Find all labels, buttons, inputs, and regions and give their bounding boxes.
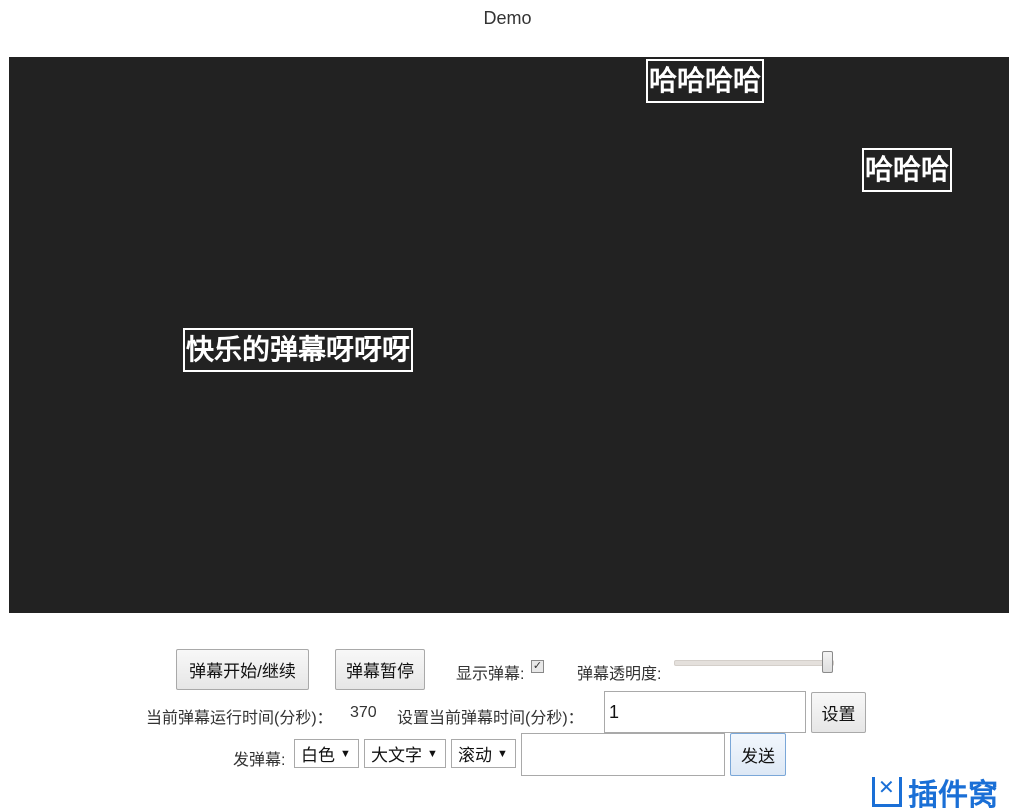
- set-time-button[interactable]: 设置: [811, 692, 866, 733]
- danmaku-item: 哈哈哈哈: [646, 59, 765, 103]
- show-danmaku-checkbox[interactable]: ✓: [531, 660, 544, 673]
- caret-down-icon: ▼: [427, 747, 438, 760]
- show-danmaku-label: 显示弹幕:: [456, 666, 525, 683]
- color-select-value: 白色: [301, 746, 335, 765]
- caret-down-icon: ▼: [340, 747, 351, 760]
- check-icon: ✓: [532, 660, 543, 672]
- mode-select-value: 滚动: [458, 746, 492, 765]
- opacity-slider-thumb[interactable]: [822, 651, 833, 673]
- page-title: Demo: [483, 8, 532, 28]
- mode-select[interactable]: 滚动 ▼: [451, 739, 516, 768]
- watermark: 插件窝: [872, 774, 998, 810]
- start-button[interactable]: 弹幕开始/继续: [176, 649, 309, 690]
- runtime-label: 当前弹幕运行时间(分秒)：: [146, 710, 333, 727]
- send-danmaku-label: 发弹幕:: [233, 752, 286, 769]
- set-time-input[interactable]: 1: [604, 691, 806, 733]
- set-time-label: 设置当前弹幕时间(分秒)：: [397, 710, 584, 727]
- danmaku-item: 快乐的弹幕呀呀呀: [183, 328, 414, 372]
- runtime-value: 370: [350, 704, 377, 721]
- size-select[interactable]: 大文字 ▼: [364, 739, 446, 768]
- danmaku-stage: 哈哈哈哈 哈哈哈 快乐的弹幕呀呀呀: [9, 57, 1009, 613]
- opacity-label: 弹幕透明度:: [577, 666, 662, 683]
- opacity-slider-track[interactable]: [674, 660, 834, 666]
- color-select[interactable]: 白色 ▼: [294, 739, 359, 768]
- caret-down-icon: ▼: [497, 747, 508, 760]
- pause-button[interactable]: 弹幕暂停: [335, 649, 425, 690]
- size-select-value: 大文字: [371, 746, 422, 765]
- danmaku-item: 哈哈哈: [862, 148, 953, 192]
- plugin-logo-icon: [872, 775, 902, 807]
- danmaku-text-input[interactable]: [521, 733, 725, 776]
- send-button[interactable]: 发送: [730, 733, 786, 776]
- watermark-text: 插件窝: [908, 779, 998, 810]
